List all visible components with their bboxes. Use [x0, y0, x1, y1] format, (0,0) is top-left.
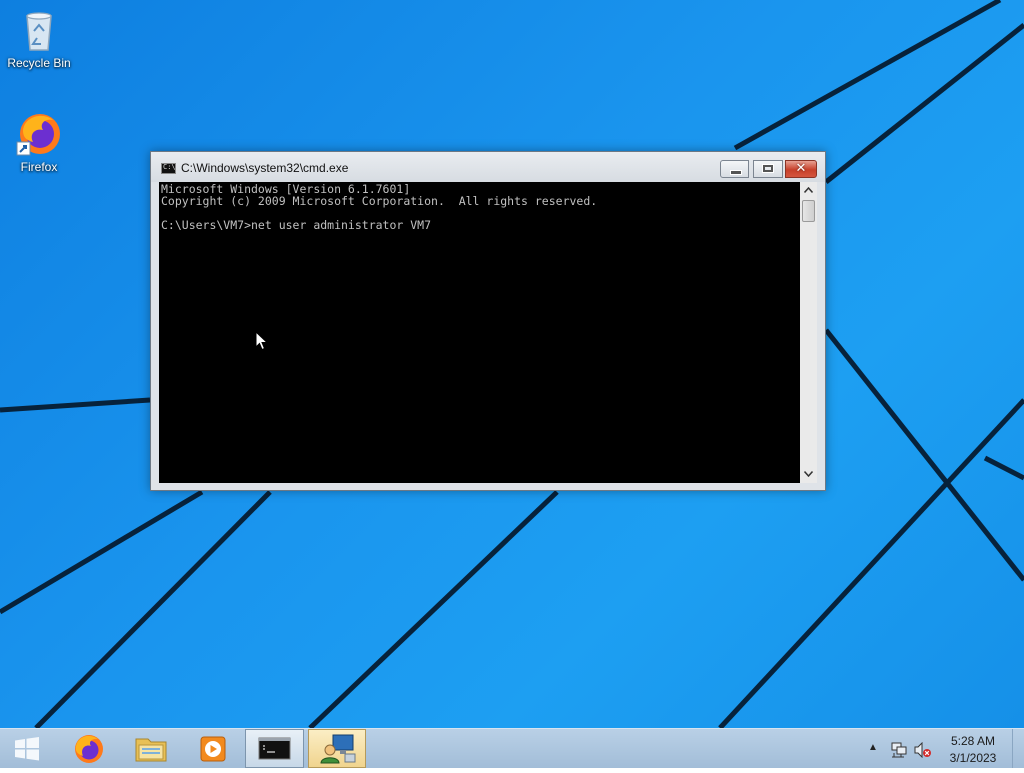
clock-time[interactable]: 5:28 AM: [942, 734, 1004, 748]
maximize-button[interactable]: [753, 160, 783, 178]
taskbar-media-player-button[interactable]: [184, 729, 242, 768]
clock-date[interactable]: 3/1/2023: [942, 751, 1004, 765]
desktop-icon-recycle-bin[interactable]: Recycle Bin: [0, 6, 78, 70]
firefox-icon: [75, 735, 103, 763]
taskbar-admin-tool-button[interactable]: [308, 729, 366, 768]
minimize-icon: [730, 170, 742, 175]
chevron-up-icon: [803, 186, 814, 193]
title-bar[interactable]: C:\_ C:\Windows\system32\cmd.exe ✕: [151, 152, 825, 182]
minimize-button[interactable]: [720, 160, 749, 178]
cmd-icon: [258, 737, 291, 760]
folder-icon: [135, 738, 167, 762]
window-title: C:\Windows\system32\cmd.exe: [181, 161, 349, 175]
taskbar-firefox-button[interactable]: [60, 729, 118, 768]
volume-muted-icon[interactable]: [914, 742, 932, 758]
close-icon: ✕: [795, 160, 807, 175]
mouse-cursor-icon: [255, 331, 269, 351]
taskbar-explorer-button[interactable]: [122, 729, 180, 768]
desktop-icon-label: Firefox: [20, 160, 58, 174]
cmd-window[interactable]: C:\_ C:\Windows\system32\cmd.exe ✕ Micro…: [150, 151, 826, 491]
firefox-icon: [15, 110, 63, 158]
vertical-scrollbar[interactable]: [800, 182, 817, 483]
close-button[interactable]: ✕: [785, 160, 817, 178]
start-button[interactable]: [0, 729, 54, 768]
cmd-icon: C:\_: [161, 163, 180, 174]
desktop-icon-label: Recycle Bin: [7, 56, 71, 70]
windows-logo-icon: [15, 737, 39, 761]
scroll-thumb[interactable]: [802, 200, 815, 222]
network-icon[interactable]: [890, 742, 908, 758]
maximize-icon: [762, 164, 774, 173]
taskbar-cmd-button[interactable]: [245, 729, 304, 768]
admin-tool-icon: [320, 734, 356, 764]
show-hidden-icons-button[interactable]: ▲: [868, 742, 878, 753]
chevron-down-icon: [803, 471, 814, 478]
desktop-icon-firefox[interactable]: Firefox: [0, 110, 78, 174]
recycle-bin-icon: [15, 6, 63, 54]
scroll-up-button[interactable]: [800, 182, 817, 199]
desktop: Recycle Bin Firefox C:\_ C:\Windows\syst…: [0, 0, 1024, 728]
console-line: C:\Users\VM7>net user administrator VM7: [161, 218, 432, 232]
scroll-down-button[interactable]: [800, 466, 817, 483]
console-line: Copyright (c) 2009 Microsoft Corporation…: [161, 194, 598, 208]
media-player-icon: [200, 736, 226, 762]
taskbar: ▲ 5:28 AM 3/1/2023: [0, 728, 1024, 768]
show-desktop-button[interactable]: [1012, 729, 1024, 768]
cmd-icon-text: C:\_: [163, 163, 180, 171]
